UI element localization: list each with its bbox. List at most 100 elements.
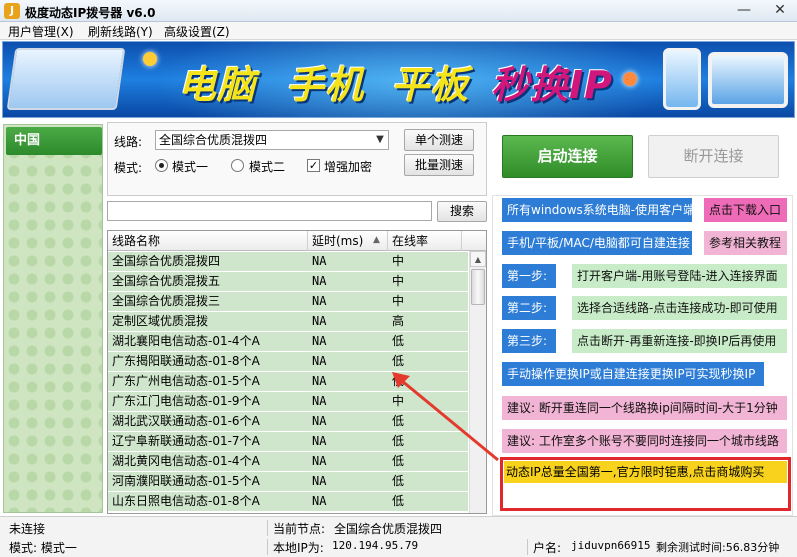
latency-cell: NA	[312, 394, 327, 408]
promo-link[interactable]: 动态IP总量全国第一,官方限时钜惠,点击商城购买	[504, 461, 787, 483]
latency-cell: NA	[312, 414, 327, 428]
ad-banner[interactable]: 电脑 手机 平板 秒换IP	[2, 41, 795, 118]
online-rate-cell: 中	[392, 274, 405, 288]
disconnect-button[interactable]: 断开连接	[648, 135, 779, 178]
red-arrow-annotation	[392, 372, 499, 462]
online-rate-cell: 低	[392, 494, 405, 508]
route-name-cell: 山东日照电信动态-01-8个A	[112, 494, 260, 508]
latency-cell: NA	[312, 494, 327, 508]
country-panel	[3, 124, 103, 513]
step1-text: 打开客户端-用账号登陆-进入连接界面	[572, 264, 787, 288]
table-row[interactable]: 河南濮阳联通动态-01-5个A NA 低	[108, 472, 468, 492]
app-logo-icon: J	[4, 3, 20, 19]
table-row[interactable]: 全国综合优质混拨四 NA 中	[108, 252, 468, 272]
online-rate-cell: 低	[392, 334, 405, 348]
connection-status: 未连接	[9, 522, 46, 536]
self-build-notice: 手机/平板/MAC/电脑都可自建连接	[502, 231, 692, 255]
step3-text: 点击断开-再重新连接-即换IP后再使用	[572, 329, 787, 353]
route-name-cell: 全国综合优质混拨五	[112, 274, 221, 288]
table-row[interactable]: 湖北襄阳电信动态-01-4个A NA 低	[108, 332, 468, 352]
username-label: 户名:	[533, 541, 562, 555]
online-rate-cell: 高	[392, 314, 405, 328]
online-rate-cell: 中	[392, 294, 405, 308]
table-row[interactable]: 山东日照电信动态-01-8个A NA 低	[108, 492, 468, 512]
latency-cell: NA	[312, 294, 327, 308]
route-name-cell: 河南濮阳联通动态-01-5个A	[112, 474, 260, 488]
step2-label: 第二步:	[502, 296, 556, 320]
route-name-cell: 湖北襄阳电信动态-01-4个A	[112, 334, 260, 348]
local-ip-value: 120.194.95.79	[332, 539, 419, 552]
chevron-down-icon[interactable]: ▼	[372, 131, 388, 149]
menu-user-management[interactable]: 用户管理(X)	[8, 23, 74, 40]
manual-switch-notice: 手动操作更换IP或自建连接更换IP可实现秒换IP	[502, 362, 764, 386]
route-name-cell: 广东广州电信动态-01-5个A	[112, 374, 260, 388]
step1-label: 第一步:	[502, 264, 556, 288]
online-rate-cell: 中	[392, 254, 405, 268]
current-node-label: 当前节点:	[273, 522, 326, 536]
banner-word-tablet: 平板	[391, 63, 470, 107]
start-connection-button[interactable]: 启动连接	[502, 135, 633, 178]
search-input[interactable]	[107, 201, 432, 221]
minimize-button[interactable]: —	[730, 0, 758, 22]
mode1-radio[interactable]	[155, 159, 168, 172]
table-row[interactable]: 定制区域优质混拨 NA 高	[108, 312, 468, 332]
table-row[interactable]: 全国综合优质混拨三 NA 中	[108, 292, 468, 312]
latency-cell: NA	[312, 254, 327, 268]
encrypt-label[interactable]: 增强加密	[324, 158, 372, 175]
phone-illustration-icon	[663, 48, 701, 110]
menu-advanced-settings[interactable]: 高级设置(Z)	[164, 23, 230, 40]
mode-label: 模式:	[114, 161, 143, 175]
laptop-illustration-icon	[6, 48, 126, 110]
table-row[interactable]: 全国综合优质混拨五 NA 中	[108, 272, 468, 292]
latency-cell: NA	[312, 334, 327, 348]
scroll-up-icon[interactable]: ▲	[470, 251, 486, 267]
latency-cell: NA	[312, 314, 327, 328]
online-rate-cell: 低	[392, 474, 405, 488]
local-ip-label: 本地IP为:	[273, 541, 324, 555]
route-name-cell: 辽宁阜新联通动态-01-7个A	[112, 434, 260, 448]
trial-time-remaining: 剩余测试时间:56.83分钟	[656, 541, 780, 554]
step3-label: 第三步:	[502, 329, 556, 353]
table-header: 线路名称 延时(ms) ▲ 在线率	[108, 231, 486, 251]
tutorial-link[interactable]: 参考相关教程	[704, 231, 787, 255]
username-value: jiduvpn66915	[571, 539, 651, 552]
country-tab-china[interactable]: 中国	[6, 127, 102, 155]
current-node-value: 全国综合优质混拨四	[334, 522, 443, 536]
window-title: 极度动态IP拨号器 v6.0	[25, 6, 156, 20]
route-label: 线路:	[114, 135, 143, 149]
sort-ascending-icon: ▲	[373, 235, 380, 245]
menu-refresh-routes[interactable]: 刷新线路(Y)	[88, 23, 153, 40]
latency-cell: NA	[312, 454, 327, 468]
latency-cell: NA	[312, 434, 327, 448]
latency-cell: NA	[312, 354, 327, 368]
batch-speedtest-button[interactable]: 批量测速	[404, 154, 474, 176]
route-name-cell: 湖北武汉联通动态-01-6个A	[112, 414, 260, 428]
latency-cell: NA	[312, 474, 327, 488]
scrollbar-thumb[interactable]	[471, 269, 485, 305]
mode2-label[interactable]: 模式二	[249, 158, 285, 175]
status-bar: 未连接 当前节点: 全国综合优质混拨四 模式: 模式一 本地IP为: 120.1…	[0, 516, 797, 557]
route-name-cell: 全国综合优质混拨三	[112, 294, 221, 308]
single-speedtest-button[interactable]: 单个测速	[404, 129, 474, 151]
column-header-route-name[interactable]: 线路名称	[108, 231, 308, 251]
banner-word-phone: 手机	[286, 63, 365, 107]
latency-cell: NA	[312, 274, 327, 288]
encrypt-checkbox[interactable]: ✓	[307, 159, 320, 172]
route-name-cell: 湖北黄冈电信动态-01-4个A	[112, 454, 260, 468]
download-link[interactable]: 点击下载入口	[704, 198, 787, 222]
windows-client-notice: 所有windows系统电脑-使用客户端	[502, 198, 695, 222]
tablet-illustration-icon	[708, 52, 788, 108]
mode1-label[interactable]: 模式一	[172, 158, 208, 175]
mode2-radio[interactable]	[231, 159, 244, 172]
online-rate-cell: 低	[392, 354, 405, 368]
route-name-cell: 广东江门电信动态-01-9个A	[112, 394, 260, 408]
column-header-online-rate[interactable]: 在线率	[388, 231, 462, 251]
step2-text: 选择合适线路-点击连接成功-即可使用	[572, 296, 787, 320]
close-button[interactable]: ✕	[763, 0, 797, 22]
mode-status: 模式: 模式一	[9, 541, 77, 555]
route-select[interactable]: 全国综合优质混拨四	[155, 130, 389, 150]
table-row[interactable]: 广东揭阳联通动态-01-8个A NA 低	[108, 352, 468, 372]
route-name-cell: 全国综合优质混拨四	[112, 254, 221, 268]
search-button[interactable]: 搜索	[437, 201, 487, 222]
route-name-cell: 定制区域优质混拨	[112, 314, 209, 328]
